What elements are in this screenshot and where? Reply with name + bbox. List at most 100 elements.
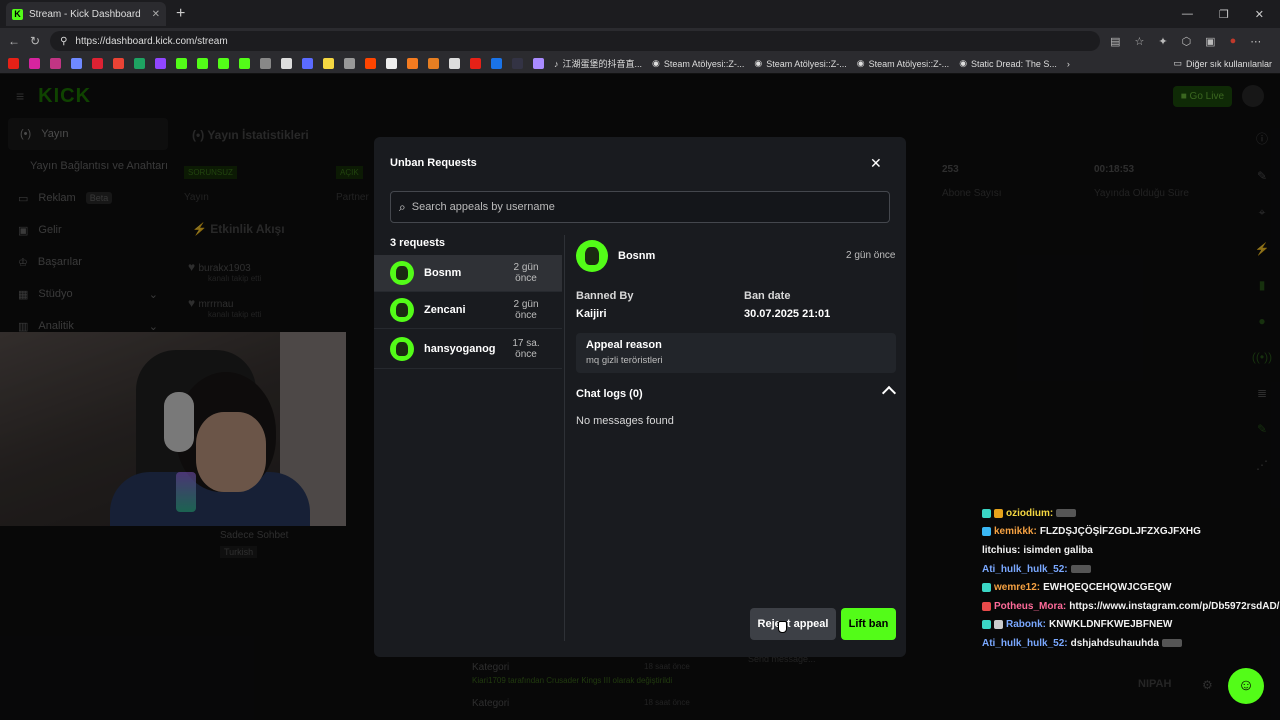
other-bookmarks-label: Diğer sık kullanılanlar	[1185, 58, 1272, 69]
column-divider	[564, 235, 565, 641]
badge-icon	[982, 527, 991, 537]
minimize-icon[interactable]: —	[1182, 8, 1193, 21]
chat-user: Rabonk:	[1006, 619, 1046, 631]
app-icon[interactable]	[323, 58, 334, 69]
address-bar-row: ← ↻ ⚲ https://dashboard.kick.com/stream …	[0, 28, 1280, 54]
app-icon[interactable]	[512, 58, 523, 69]
chat-message: Potheus_Mora: https://www.instagram.com/p…	[982, 597, 1280, 616]
profile-icon[interactable]: ●	[1230, 35, 1237, 48]
favorite-star-icon[interactable]: ☆	[1134, 35, 1144, 48]
other-bookmarks[interactable]: ▭ Diğer sık kullanılanlar	[1173, 58, 1272, 69]
app-icon[interactable]	[407, 58, 418, 69]
browser-tab[interactable]: K Stream - Kick Dashboard ✕	[6, 2, 166, 26]
twitch-icon[interactable]	[155, 58, 166, 69]
appeal-reason-text: mq gizli teröristleri	[586, 355, 663, 366]
bookmark-label: Steam Atölyesi::Z-...	[868, 58, 950, 69]
request-username: Bosnm	[424, 267, 462, 279]
search-field[interactable]: ⌕	[390, 191, 890, 223]
kick-icon[interactable]	[218, 58, 229, 69]
chat-user: Ati_hulk_hulk_52:	[982, 563, 1068, 575]
badge-icon	[982, 601, 991, 611]
drive-icon[interactable]	[134, 58, 145, 69]
bookmark-label: Steam Atölyesi::Z-...	[766, 58, 847, 69]
bookmark-label: 江湖蛋堡的抖音直...	[562, 59, 643, 69]
restore-icon[interactable]: ❐	[1219, 8, 1229, 21]
bookmark-item[interactable]: ◉ Steam Atölyesi::Z-...	[754, 58, 846, 69]
address-bar[interactable]: ⚲ https://dashboard.kick.com/stream	[50, 31, 1101, 51]
reddit-icon[interactable]	[365, 58, 376, 69]
chat-message: litchius: isimden galiba	[982, 541, 1280, 560]
badge-icon	[994, 508, 1003, 518]
chevron-up-icon[interactable]	[881, 385, 897, 401]
app-icon[interactable]	[92, 58, 103, 69]
chat-message: wemre12: EWHQEQCEHQWJCGEQW	[982, 578, 1280, 597]
app-icon[interactable]	[344, 58, 355, 69]
app-icon[interactable]	[428, 58, 439, 69]
anchor-icon[interactable]	[260, 58, 271, 69]
folder-icon: ▭	[1173, 58, 1182, 68]
chat-text: https://www.instagram.com/p/Db5972rsdAD/	[1069, 600, 1280, 612]
kick-icon[interactable]	[197, 58, 208, 69]
search-input[interactable]	[411, 201, 872, 213]
chat-user: Potheus_Mora:	[994, 600, 1067, 612]
badge-icon	[982, 583, 991, 593]
kick-icon[interactable]	[239, 58, 250, 69]
chat-user: wemre12:	[994, 582, 1041, 594]
app-icon[interactable]	[533, 58, 544, 69]
chat-text: isimden galiba	[1023, 544, 1093, 556]
reload-icon[interactable]: ↻	[30, 34, 40, 48]
bookmark-item[interactable]: ◉ Steam Atölyesi::Z-...	[652, 58, 744, 69]
list-item[interactable]: Bosnm 2 gün önce	[374, 255, 562, 292]
reject-appeal-button[interactable]: Reject appeal	[750, 608, 836, 640]
site-info-icon[interactable]: ⚲	[60, 36, 67, 47]
youtube-icon[interactable]	[8, 58, 19, 69]
instagram-icon[interactable]	[50, 58, 61, 69]
extension-icon[interactable]: ✦	[1158, 35, 1167, 48]
chat-user: Ati_hulk_hulk_52:	[982, 637, 1068, 649]
lift-ban-button[interactable]: Lift ban	[841, 608, 896, 640]
steam-icon: ◉	[959, 58, 968, 68]
ban-date-label: Ban date	[744, 290, 791, 302]
bookmark-item[interactable]: ♪ 江湖蛋堡的抖音直...	[554, 57, 642, 70]
app-icon[interactable]	[449, 58, 460, 69]
gmail-icon[interactable]	[113, 58, 124, 69]
banned-by-value: Kaijiri	[576, 308, 607, 320]
close-icon[interactable]: ✕	[870, 155, 882, 172]
window-close-icon[interactable]: ✕	[1255, 8, 1264, 21]
bookmark-label: Steam Atölyesi::Z-...	[663, 58, 745, 69]
chat-text: KNWKLDNFKWEJBFNEW	[1049, 619, 1173, 631]
search-icon: ⌕	[399, 199, 406, 214]
app-icon[interactable]	[470, 58, 481, 69]
app-icon[interactable]	[302, 58, 313, 69]
new-tab-icon[interactable]: +	[176, 5, 185, 23]
badge-icon	[982, 508, 991, 518]
chevron-right-icon[interactable]: ›	[1067, 59, 1070, 69]
app-icon[interactable]	[491, 58, 502, 69]
unban-requests-modal: Unban Requests ✕ ⌕ 3 requests Bosnm 2 gü…	[374, 137, 906, 657]
support-chat-button[interactable]: ☺	[1228, 668, 1264, 704]
chat-user: litchius:	[982, 544, 1021, 556]
extensions-icon[interactable]: ⬡	[1182, 35, 1192, 48]
instagram-icon[interactable]	[29, 58, 40, 69]
chat-message: oziodium:	[982, 504, 1280, 523]
chat-logs-toggle[interactable]: Chat logs (0)	[576, 388, 643, 400]
collections-icon[interactable]: ▣	[1205, 35, 1215, 48]
chat-user: kemikkk:	[994, 526, 1037, 538]
patreon-icon[interactable]	[386, 58, 397, 69]
detail-time: 2 gün önce	[846, 250, 896, 261]
list-item[interactable]: hansyoganog 17 sa. önce	[374, 329, 562, 369]
kick-icon[interactable]	[176, 58, 187, 69]
tiktok-icon: ♪	[554, 58, 559, 69]
menu-dots-icon[interactable]: ⋯	[1250, 35, 1261, 48]
kick-favicon-icon: K	[12, 8, 23, 20]
discord-icon[interactable]	[71, 58, 82, 69]
bookmark-item[interactable]: ◉ Steam Atölyesi::Z-...	[857, 58, 949, 69]
x-icon[interactable]	[281, 58, 292, 69]
bookmark-label: Static Dread: The S...	[971, 58, 1057, 69]
reader-icon[interactable]: ▤	[1110, 35, 1120, 48]
close-tab-icon[interactable]: ✕	[152, 9, 160, 20]
back-icon[interactable]: ←	[8, 34, 20, 48]
chat-user: oziodium:	[1006, 507, 1054, 519]
bookmark-item[interactable]: ◉ Static Dread: The S...	[959, 58, 1057, 69]
list-item[interactable]: Zencani 2 gün önce	[374, 292, 562, 329]
